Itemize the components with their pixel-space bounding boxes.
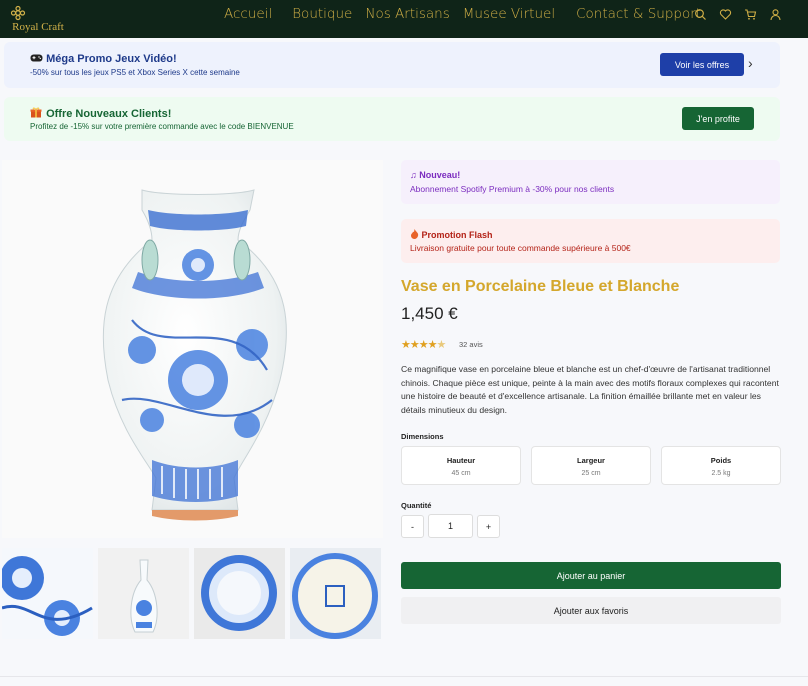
review-count[interactable]: 32 avis [459,340,483,349]
gamepad-icon [30,53,43,66]
rating-stars: ★★★★★ [401,338,447,351]
brand-logo[interactable]: Royal Craft [8,5,68,33]
product-title: Vase en Porcelaine Bleue et Blanche [401,278,680,295]
game-promo-title: Méga Promo Jeux Vidéo! [46,53,177,65]
flash-promo: Promotion Flash Livraison gratuite pour … [401,219,780,263]
nav-link-contact[interactable]: Contact & Support [576,6,701,22]
new-client-subtitle: Profitez de -15% sur votre première comm… [30,122,294,131]
product-price: 1,450 € [401,304,458,323]
thumbnail-3[interactable] [194,548,285,639]
quantity-label: Quantité [401,501,432,510]
heart-icon[interactable] [719,8,732,21]
nav-link-boutique[interactable]: Boutique [292,6,352,22]
music-note-icon: ♫ [410,170,417,180]
dimension-card: Largeur 25 cm [531,446,651,485]
flash-promo-text: Livraison gratuite pour toute commande s… [410,243,631,253]
cart-icon[interactable] [744,8,757,21]
footer-divider [0,676,808,677]
new-client-title: Offre Nouveaux Clients! [46,108,172,120]
product-description: Ce magnifique vase en porcelaine bleue e… [401,364,779,415]
quantity-increment-button[interactable]: + [477,515,500,538]
dimension-card: Poids 2.5 kg [661,446,781,485]
spotify-promo-title: Nouveau! [419,170,461,180]
quantity-decrement-button[interactable]: - [401,515,424,538]
top-navbar: Royal Craft Accueil Boutique Nos Artisan… [0,0,808,38]
dimension-value: 45 cm [451,470,471,477]
game-promo-banner: Méga Promo Jeux Vidéo! -50% sur tous les… [4,42,780,88]
half-star-icon: ★ [436,339,447,351]
dimension-label: Largeur [577,456,605,465]
user-icon[interactable] [769,8,782,21]
search-icon[interactable] [694,8,707,21]
thumbnail-strip [2,548,381,639]
dimensions-label: Dimensions [401,432,444,441]
star-icon: ★ [401,339,411,351]
dimension-value: 2.5 kg [711,470,731,477]
dimension-label: Hauteur [446,456,476,465]
star-icon: ★ [409,339,420,351]
spotify-promo: ♫ Nouveau! Abonnement Spotify Premium à … [401,160,780,204]
nav-link-artisans[interactable]: Nos Artisans [365,6,449,22]
thumbnail-2[interactable] [98,548,189,639]
ornament-icon [10,5,26,21]
quantity-input[interactable] [428,514,473,538]
game-promo-subtitle: -50% sur tous les jeux PS5 et Xbox Serie… [30,68,240,77]
dimension-value: 25 cm [581,470,601,477]
thumbnail-4[interactable] [290,548,381,639]
flash-promo-title: Promotion Flash [421,230,493,240]
brand-name: Royal Craft [12,21,64,33]
see-offers-button[interactable]: Voir les offres [660,53,744,76]
chevron-right-icon[interactable]: › [748,56,753,70]
new-client-banner: Offre Nouveaux Clients! Profitez de -15%… [4,97,780,141]
star-icon: ★ [418,339,429,351]
nav-link-accueil[interactable]: Accueil [224,6,272,22]
dimension-card: Hauteur 45 cm [401,446,521,485]
claim-offer-button[interactable]: J'en profite [682,107,754,130]
add-to-cart-button[interactable]: Ajouter au panier [401,562,781,589]
dimension-label: Poids [710,456,732,465]
thumbnail-1[interactable] [2,548,93,639]
add-to-favorites-button[interactable]: Ajouter aux favoris [401,597,781,624]
main-product-image[interactable] [2,160,383,538]
fire-icon [410,229,419,241]
star-icon: ★ [427,339,438,351]
nav-link-musee[interactable]: Musee Virtuel [463,6,555,22]
spotify-promo-text: Abonnement Spotify Premium à -30% pour n… [410,184,615,194]
nav-links: Accueil Boutique Nos Artisans Musee Virt… [212,6,701,22]
dimensions-grid: Hauteur 45 cm Largeur 25 cm Poids 2.5 kg [401,446,781,485]
gift-icon [30,107,43,121]
